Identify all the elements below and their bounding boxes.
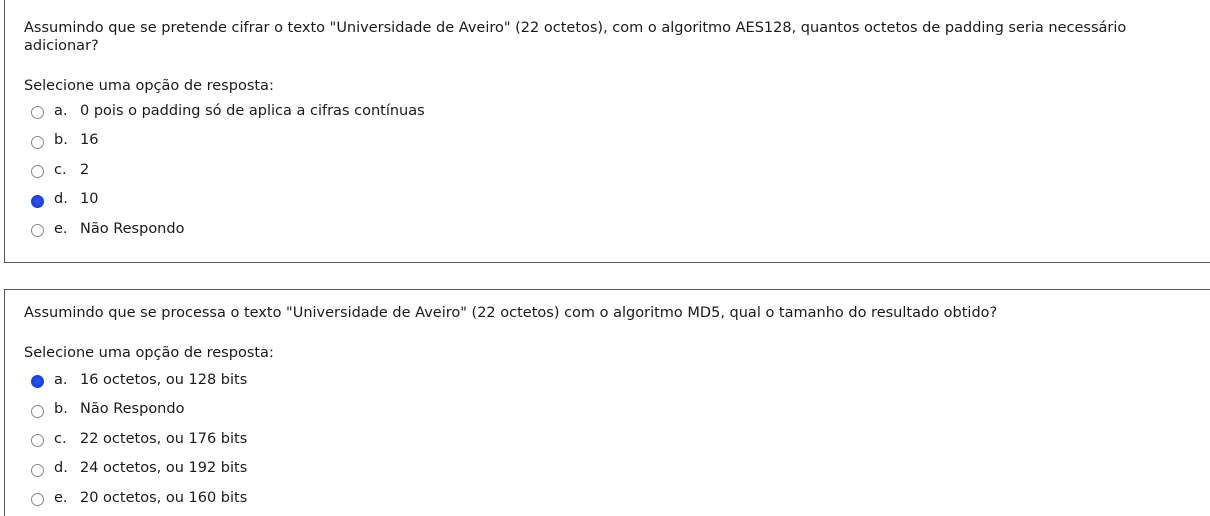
answer-option-b[interactable]: b. 16 bbox=[31, 126, 425, 156]
answer-option-e[interactable]: e. Não Respondo bbox=[31, 214, 425, 244]
option-label: 16 octetos, ou 128 bits bbox=[80, 371, 248, 388]
option-letter: b. bbox=[54, 401, 68, 418]
radio-button-selected[interactable] bbox=[31, 375, 44, 389]
radio-button[interactable] bbox=[31, 135, 44, 149]
option-label: 10 bbox=[80, 191, 99, 208]
radio-button[interactable] bbox=[31, 463, 44, 477]
option-letter: c. bbox=[54, 161, 67, 178]
answer-option-c[interactable]: c. 2 bbox=[31, 155, 425, 185]
radio-button[interactable] bbox=[31, 434, 44, 448]
radio-button[interactable] bbox=[31, 404, 44, 418]
answer-list: a. 0 pois o padding só de aplica a cifra… bbox=[31, 96, 425, 244]
option-label: Não Respondo bbox=[80, 401, 185, 418]
radio-button[interactable] bbox=[31, 224, 44, 238]
option-label: 24 octetos, ou 192 bits bbox=[80, 460, 248, 477]
answer-option-a[interactable]: a. 16 octetos, ou 128 bits bbox=[31, 365, 247, 395]
option-letter: a. bbox=[54, 371, 68, 388]
answer-option-b[interactable]: b. Não Respondo bbox=[31, 395, 247, 425]
answer-option-d[interactable]: d. 10 bbox=[31, 185, 425, 215]
option-label: 16 bbox=[80, 132, 99, 149]
radio-button[interactable] bbox=[31, 165, 44, 179]
option-letter: c. bbox=[54, 430, 67, 447]
option-letter: e. bbox=[54, 489, 68, 506]
option-letter: e. bbox=[54, 220, 68, 237]
option-letter: d. bbox=[54, 191, 68, 208]
answer-option-e[interactable]: e. 20 octetos, ou 160 bits bbox=[31, 483, 247, 513]
answer-option-a[interactable]: a. 0 pois o padding só de aplica a cifra… bbox=[31, 96, 425, 126]
radio-button[interactable] bbox=[31, 106, 44, 120]
question-text: Assumindo que se pretende cifrar o texto… bbox=[24, 20, 1127, 54]
question-text: Assumindo que se processa o texto "Unive… bbox=[24, 305, 998, 321]
answer-option-c[interactable]: c. 22 octetos, ou 176 bits bbox=[31, 424, 247, 454]
radio-button-selected[interactable] bbox=[31, 194, 44, 208]
option-letter: d. bbox=[54, 460, 68, 477]
option-label: 0 pois o padding só de aplica a cifras c… bbox=[80, 102, 425, 119]
option-label: 2 bbox=[80, 161, 90, 178]
answer-list: a. 16 octetos, ou 128 bits b. Não Respon… bbox=[31, 365, 247, 513]
option-letter: b. bbox=[54, 132, 68, 149]
option-label: 22 octetos, ou 176 bits bbox=[80, 430, 248, 447]
question-card-1: Assumindo que se pretende cifrar o texto… bbox=[4, 0, 1210, 263]
option-letter: a. bbox=[54, 102, 68, 119]
answer-prompt: Selecione uma opção de resposta: bbox=[24, 78, 274, 94]
answer-option-d[interactable]: d. 24 octetos, ou 192 bits bbox=[31, 454, 247, 484]
option-label: Não Respondo bbox=[80, 220, 185, 237]
quiz-page: Assumindo que se pretende cifrar o texto… bbox=[0, 0, 1210, 516]
option-label: 20 octetos, ou 160 bits bbox=[80, 489, 248, 506]
answer-prompt: Selecione uma opção de resposta: bbox=[24, 345, 274, 361]
question-card-2: Assumindo que se processa o texto "Unive… bbox=[4, 289, 1210, 516]
radio-button[interactable] bbox=[31, 493, 44, 507]
